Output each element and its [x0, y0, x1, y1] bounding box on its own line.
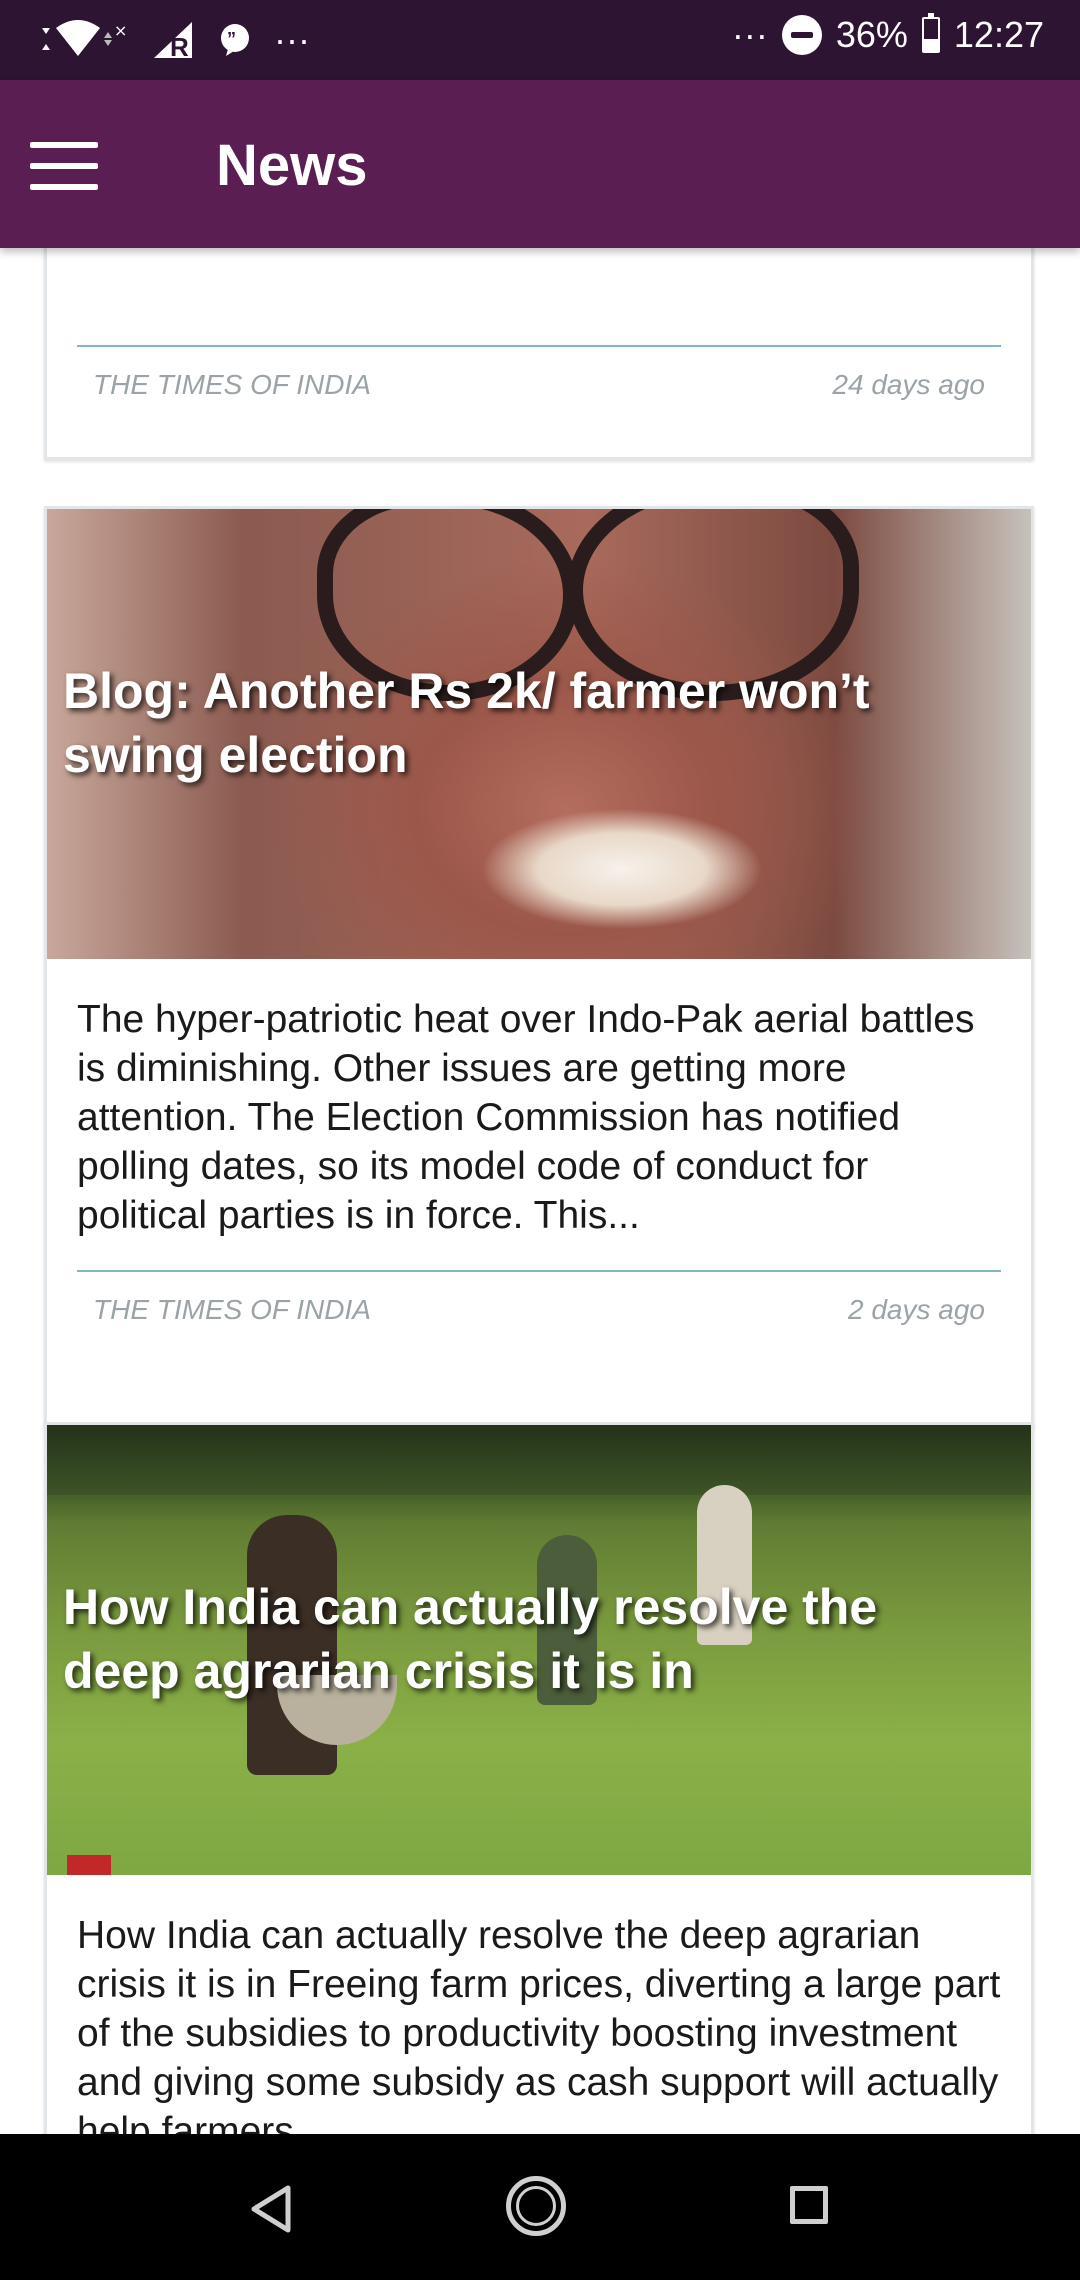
news-card[interactable]: How India can actually resolve the deep … — [44, 1422, 1034, 2134]
news-headline[interactable]: Blog: Another Rs 2k/ farmer won’t swing … — [63, 659, 921, 787]
navigation-bar — [0, 2134, 1080, 2280]
news-source: THE TIMES OF INDIA — [93, 1294, 371, 1325]
news-time: 24 days ago — [832, 369, 985, 400]
do-not-disturb-icon — [781, 15, 822, 55]
svg-text:”: ” — [227, 29, 236, 49]
clock: 12:27 — [953, 14, 1044, 55]
news-card[interactable]: THE TIMES OF INDIA 24 days ago — [44, 248, 1034, 460]
status-right-icons: ··· 36% 12:27 — [731, 13, 1044, 56]
news-list[interactable]: THE TIMES OF INDIA 24 days ago Blog: Ano… — [0, 248, 1080, 2134]
home-icon[interactable] — [506, 2176, 566, 2236]
news-source: THE TIMES OF INDIA — [93, 369, 371, 400]
wifi-icon: × — [40, 18, 130, 62]
app-bar: News — [0, 80, 1080, 248]
status-overflow-right: ··· — [731, 14, 768, 55]
message-icon: ” — [218, 23, 252, 57]
status-left-icons: × R ” ··· — [40, 18, 310, 62]
signal-icon: R — [152, 20, 196, 60]
news-headline[interactable]: How India can actually resolve the deep … — [63, 1575, 921, 1703]
card-meta: THE TIMES OF INDIA 2 days ago — [47, 1272, 1031, 1326]
svg-text:×: × — [114, 21, 127, 40]
news-summary: How India can actually resolve the deep … — [77, 1914, 1001, 2134]
status-overflow-left: ··· — [274, 19, 310, 60]
publisher-logo-icon — [67, 1855, 111, 1875]
battery-icon — [921, 13, 940, 53]
card-meta: THE TIMES OF INDIA 24 days ago — [47, 347, 1031, 401]
news-image[interactable]: Blog: Another Rs 2k/ farmer won’t swing … — [47, 509, 1031, 959]
news-summary: The hyper-patriotic heat over Indo-Pak a… — [77, 998, 975, 1237]
page-title: News — [216, 133, 368, 198]
news-card[interactable]: Blog: Another Rs 2k/ farmer won’t swing … — [44, 506, 1034, 1428]
battery-percent: 36% — [835, 14, 908, 55]
hamburger-menu-icon[interactable] — [30, 142, 98, 190]
news-time: 2 days ago — [848, 1294, 985, 1325]
recent-apps-icon[interactable] — [790, 2186, 828, 2224]
svg-text:R: R — [170, 32, 189, 60]
news-image[interactable]: How India can actually resolve the deep … — [47, 1425, 1031, 1875]
status-bar: × R ” ··· ··· 36% 12:27 — [0, 0, 1080, 80]
back-icon[interactable] — [248, 2184, 294, 2239]
